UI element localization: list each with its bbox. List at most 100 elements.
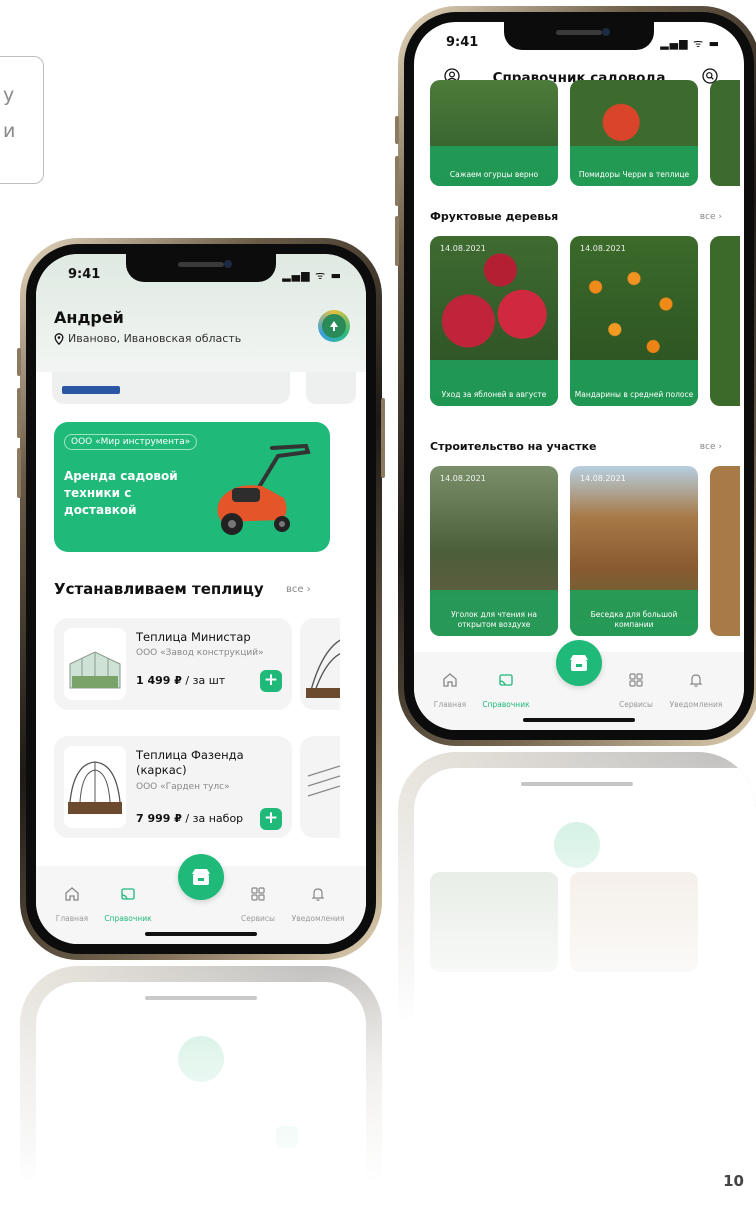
row-see-all-link[interactable]: все › [700,212,722,222]
user-location[interactable]: Иваново, Ивановская область [54,332,241,345]
services-grid-icon [629,673,643,687]
phone-mockup-home: 9:41 ▂▄▆ ᯤ ▬ Андрей Иваново, Ивановская … [17,238,385,960]
home-icon [443,673,457,687]
article-date: 14.08.2021 [440,474,486,483]
note-text: у и [3,84,16,142]
tab-home[interactable]: Главная [418,672,482,711]
tab-home[interactable]: Главная [40,886,104,925]
tab-label: Сервисы [619,700,653,709]
banner-title: Аренда садовой техники с доставкой [64,469,178,517]
avatar[interactable] [318,310,350,342]
tab-notifications[interactable]: Уведомления [664,672,728,711]
promo-card-strip-next[interactable] [306,372,356,404]
tab-guide[interactable]: Справочник [96,886,160,925]
tab-services[interactable]: Сервисы [226,886,290,925]
bottom-tab-bar: Главная Справочник Сервисы Уведомления [36,854,366,944]
guide-icon [121,888,135,900]
tab-services[interactable]: Сервисы [604,672,668,711]
article-card[interactable]: 14.08.2021 Мандарины в средней полосе [570,236,698,406]
presentation-slide: у и 9:41 ▂▄▆ ᯤ ▬ Андрей Иваново, Ивановс… [0,0,756,1208]
section-title-greenhouse: Устанавливаем теплицу [54,580,264,598]
tab-label: Уведомления [291,914,345,923]
article-card[interactable]: Сажаем огурцы верно [430,80,558,186]
article-caption: Сажаем огурцы верно [449,170,539,179]
store-fab-button[interactable] [556,640,602,686]
article-card[interactable]: 14.08.2021 Беседка для большой компании [570,466,698,636]
product-maker: ООО «Гарден тулс» [136,782,230,792]
tab-label: Уведомления [669,700,723,709]
status-time: 9:41 [68,267,101,282]
status-indicators: ▂▄▆ ᯤ ▬ [660,37,720,50]
guide-screen: 9:41 ▂▄▆ ᯤ ▬ Справочник садовода Сажаем … [414,22,744,730]
product-price: 1 499 ₽ / за шт [136,674,226,687]
product-card[interactable]: Теплица Министар ООО «Завод конструкций»… [54,618,292,710]
rental-banner[interactable]: ООО «Мир инструмента» Аренда садовой тех… [54,422,330,552]
notch [504,22,654,50]
banner-company-tag: ООО «Мир инструмента» [64,434,198,450]
phone-mockup-guide: 9:41 ▂▄▆ ᯤ ▬ Справочник садовода Сажаем … [395,6,756,746]
services-grid-icon [251,887,265,901]
home-indicator [145,932,257,936]
product-maker: ООО «Завод конструкций» [136,648,264,658]
article-caption: Помидоры Черри в теплице [578,170,690,179]
product-image [64,746,126,828]
product-name: Теплица Фазенда (каркас) [136,748,244,777]
user-name[interactable]: Андрей [54,308,124,327]
add-to-cart-button[interactable]: + [260,808,282,830]
article-date: 14.08.2021 [580,244,626,253]
tab-notifications[interactable]: Уведомления [286,886,350,925]
tab-label: Главная [55,914,89,923]
tab-label: Главная [433,700,467,709]
article-date: 14.08.2021 [580,474,626,483]
home-icon [65,887,79,901]
tab-label: Сервисы [241,914,275,923]
article-card-next[interactable] [710,466,740,636]
user-location-text: Иваново, Ивановская область [68,332,242,345]
tree-icon [330,321,338,331]
article-card[interactable]: 14.08.2021 Уход за яблоней в августе [430,236,558,406]
article-card-next[interactable] [710,80,740,186]
bottom-tab-bar: Главная Справочник Сервисы Уведомления [414,640,744,730]
notch [126,254,276,282]
row-see-all-link[interactable]: все › [700,442,722,452]
article-card-next[interactable] [710,236,740,406]
bell-icon [311,888,325,901]
greenhouse-image [69,651,121,689]
product-price: 7 999 ₽ / за набор [136,812,244,825]
tab-label: Справочник [104,914,152,923]
lawn-mower-icon [217,443,311,535]
product-image [64,628,126,700]
product-name: Теплица Министар [136,630,251,644]
status-indicators: ▂▄▆ ᯤ ▬ [282,269,342,282]
promo-card-strip[interactable] [52,372,290,404]
page-number: 10 [723,1172,744,1190]
bell-icon [689,674,703,687]
article-caption: Беседка для большой компании [590,610,678,629]
article-card[interactable]: 14.08.2021 Уголок для чтения на открытом… [430,466,558,636]
article-caption: Мандарины в средней полосе [574,390,694,399]
store-fab-button[interactable] [178,854,224,900]
article-caption: Уход за яблоней в августе [441,390,547,399]
product-card-next[interactable] [300,618,340,710]
phone-reflection [398,752,756,1052]
home-indicator [523,718,635,722]
row-title-fruit-trees: Фруктовые деревья [430,210,559,223]
location-pin-icon [54,332,64,345]
promo-logo-icon [62,386,120,394]
note-box: у и [0,56,44,184]
article-card[interactable]: Помидоры Черри в теплице [570,80,698,186]
store-icon [570,655,588,671]
product-card[interactable]: Теплица Фазенда (каркас) ООО «Гарден тул… [54,736,292,838]
guide-icon [499,674,513,686]
greenhouse-frame-image [68,761,122,814]
product-card-next[interactable] [300,736,340,838]
section-see-all-link[interactable]: все › [286,584,311,595]
phone-reflection [20,966,382,1206]
article-caption: Уголок для чтения на открытом воздухе [451,610,537,629]
home-screen: 9:41 ▂▄▆ ᯤ ▬ Андрей Иваново, Ивановская … [36,254,366,944]
status-time: 9:41 [446,35,479,50]
tab-label: Справочник [482,700,530,709]
add-to-cart-button[interactable]: + [260,670,282,692]
tab-guide[interactable]: Справочник [474,672,538,711]
store-icon [192,869,210,885]
